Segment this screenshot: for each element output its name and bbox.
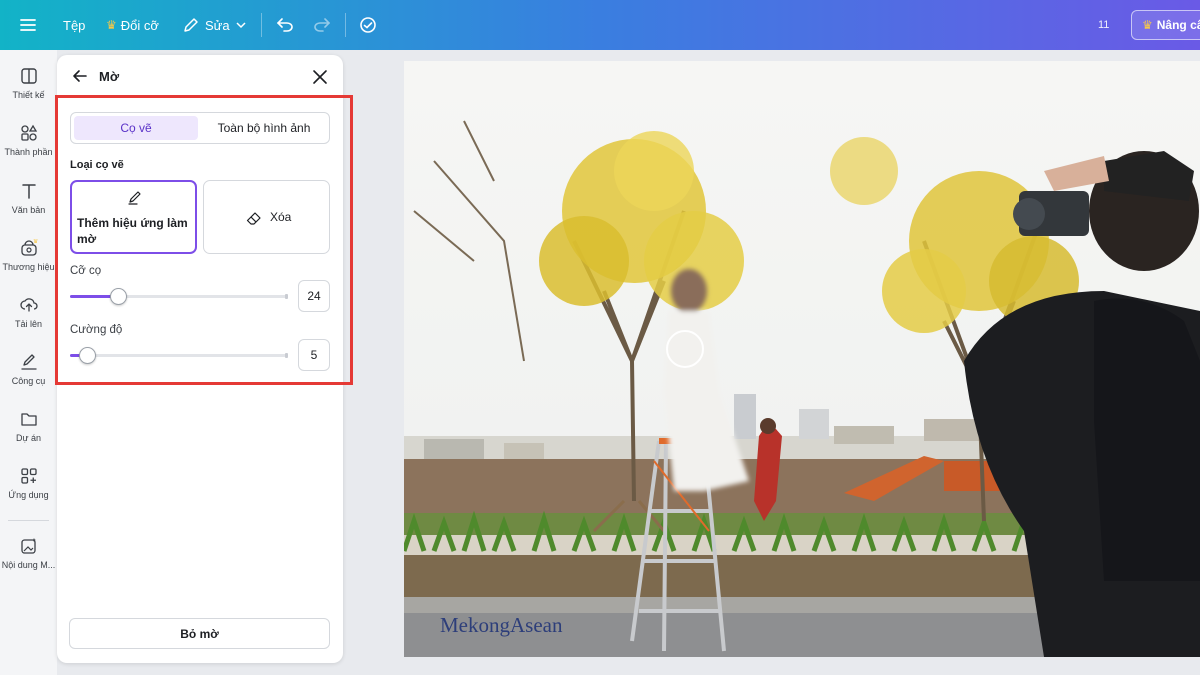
rail-item-label: Nội dung M... xyxy=(1,560,56,570)
slider-end-mark xyxy=(285,294,288,299)
pencil-icon xyxy=(184,18,198,32)
edit-label: Sửa xyxy=(205,17,230,33)
brush-size-label: Cỡ cọ xyxy=(70,265,102,277)
rail-item-label: Tải lên xyxy=(14,319,42,329)
upload-icon xyxy=(19,298,38,312)
cloud-check-icon xyxy=(360,17,376,33)
undo-button[interactable] xyxy=(277,0,294,50)
undo-icon xyxy=(277,18,293,32)
page-count-label: 11 xyxy=(1098,19,1110,31)
layout-icon xyxy=(20,68,37,84)
brush-size-input[interactable]: 24 xyxy=(298,280,330,312)
rail-item-tools[interactable]: Công cụ xyxy=(0,351,57,401)
crown-icon: ♛ xyxy=(1142,18,1153,32)
page-count: 11 xyxy=(1098,0,1109,50)
edit-menu[interactable]: Sửa xyxy=(183,0,246,50)
toolbar-divider xyxy=(345,13,346,37)
elements-icon xyxy=(20,124,37,141)
slider-end-mark xyxy=(285,353,288,358)
rail-item-label: Thành phần xyxy=(4,147,53,157)
top-toolbar: Tệp ♛ Đổi cỡ Sửa 11 ♛ Nâng cấ xyxy=(0,0,1200,50)
rail-item-label: Công cụ xyxy=(11,376,46,386)
redo-button[interactable] xyxy=(313,0,330,50)
intensity-slider[interactable] xyxy=(70,347,288,364)
slider-thumb[interactable] xyxy=(79,347,96,364)
rail-item-elements[interactable]: Thành phần xyxy=(0,122,57,172)
intensity-label: Cường độ xyxy=(70,324,123,336)
rail-item-apps[interactable]: Ứng dụng xyxy=(0,465,57,515)
resize-button[interactable]: ♛ Đổi cỡ xyxy=(106,0,159,50)
pencil-icon xyxy=(128,191,141,205)
apps-icon xyxy=(20,468,37,484)
magic-media-icon xyxy=(20,538,36,554)
rail-item-label: Ứng dụng xyxy=(8,490,49,500)
brush-add-blur-card[interactable]: Thêm hiệu ứng làm mờ xyxy=(70,180,197,254)
rail-item-label: Dự án xyxy=(15,433,42,443)
side-rail: Thiết kế Thành phần Văn bản ♛ Thương hiệ… xyxy=(0,50,57,675)
tab-whole-image[interactable]: Toàn bộ hình ảnh xyxy=(201,116,327,140)
resize-label: Đổi cỡ xyxy=(120,17,159,33)
crown-icon: ♛ xyxy=(106,18,117,32)
remove-blur-button[interactable]: Bỏ mờ xyxy=(69,618,330,649)
file-menu-label: Tệp xyxy=(63,17,86,33)
file-menu[interactable]: Tệp xyxy=(63,0,85,50)
brush-erase-card[interactable]: Xóa xyxy=(203,180,330,254)
chevron-down-icon xyxy=(236,22,246,29)
redo-icon xyxy=(314,18,330,32)
brush-type-label: Loại cọ vẽ xyxy=(70,159,124,171)
rail-item-label: Thiết kế xyxy=(12,90,45,100)
blur-mode-tabs: Cọ vẽ Toàn bộ hình ảnh xyxy=(70,112,330,144)
hamburger-icon xyxy=(20,19,36,31)
brush-erase-label: Xóa xyxy=(270,210,292,224)
text-icon xyxy=(21,184,36,199)
brush-size-slider[interactable] xyxy=(70,288,288,305)
slider-thumb[interactable] xyxy=(110,288,127,305)
cloud-save-button[interactable] xyxy=(359,0,377,50)
rail-item-label: Văn bản xyxy=(11,205,46,215)
brand-icon: ♛ xyxy=(20,239,38,256)
rail-divider xyxy=(8,520,49,521)
svg-text:♛: ♛ xyxy=(33,239,38,245)
intensity-input[interactable]: 5 xyxy=(298,339,330,371)
close-icon[interactable] xyxy=(311,68,329,86)
design-canvas[interactable]: MekongAsean xyxy=(404,61,1200,657)
photo xyxy=(404,61,1200,657)
brush-add-blur-label: Thêm hiệu ứng làm mờ xyxy=(77,216,188,246)
rail-item-brand[interactable]: ♛ Thương hiệu xyxy=(0,237,57,287)
upgrade-label: Nâng cấ xyxy=(1156,18,1200,32)
rail-item-magic-media[interactable]: Nội dung M... xyxy=(0,535,57,585)
upgrade-button[interactable]: ♛ Nâng cấ xyxy=(1131,10,1200,40)
rail-item-design[interactable]: Thiết kế xyxy=(0,65,57,115)
tab-brush[interactable]: Cọ vẽ xyxy=(74,116,198,140)
panel-title: Mờ xyxy=(99,69,120,84)
eraser-icon xyxy=(246,212,261,225)
back-arrow-icon[interactable] xyxy=(71,67,89,85)
folder-icon xyxy=(20,413,37,426)
menu-button[interactable] xyxy=(20,0,36,50)
rail-item-upload[interactable]: Tải lên xyxy=(0,294,57,344)
panel-header: Mờ xyxy=(57,55,343,99)
watermark: MekongAsean xyxy=(440,613,563,637)
rail-item-label: Thương hiệu xyxy=(2,262,55,272)
rail-item-text[interactable]: Văn bản xyxy=(0,180,57,230)
rail-item-projects[interactable]: Dự án xyxy=(0,408,57,458)
toolbar-divider xyxy=(261,13,262,37)
blur-panel: Mờ Cọ vẽ Toàn bộ hình ảnh Loại cọ vẽ Thê… xyxy=(57,55,343,663)
draw-icon xyxy=(20,354,37,370)
